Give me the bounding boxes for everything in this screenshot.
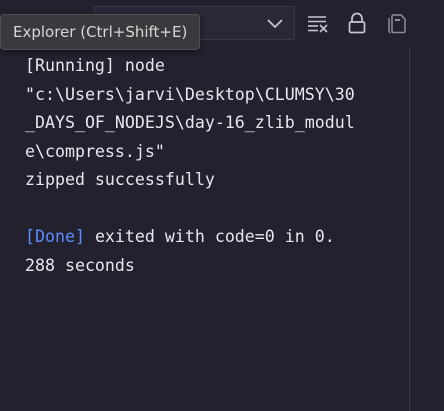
done-tag: [Done] xyxy=(25,227,85,246)
output-panel: { "tooltip": { "text": "Explorer (Ctrl+S… xyxy=(0,0,444,411)
output-line: zipped successfully xyxy=(25,170,215,189)
lock-icon[interactable] xyxy=(345,12,369,34)
output-line: [Running] node xyxy=(25,56,165,75)
chevron-down-icon[interactable] xyxy=(264,12,286,34)
output-line: e\compress.js" xyxy=(25,141,165,161)
done-message: exited with code=0 in 0. xyxy=(84,227,335,246)
copy-icon[interactable] xyxy=(384,12,408,34)
output-text: [Running] node "c:\Users\jarvi\Desktop\C… xyxy=(25,52,395,280)
done-line: [Done] exited with code=0 in 0. xyxy=(25,223,395,252)
output-line: _DAYS_OF_NODEJS\day-16_zlib_modul xyxy=(25,113,355,132)
output-line: "c:\Users\jarvi\Desktop\CLUMSY\30 xyxy=(25,84,355,104)
vertical-scrollbar[interactable] xyxy=(410,46,444,411)
done-line-continued: 288 seconds xyxy=(25,255,135,275)
clear-output-icon[interactable] xyxy=(306,12,330,34)
explorer-tooltip: Explorer (Ctrl+Shift+E) xyxy=(0,14,201,50)
